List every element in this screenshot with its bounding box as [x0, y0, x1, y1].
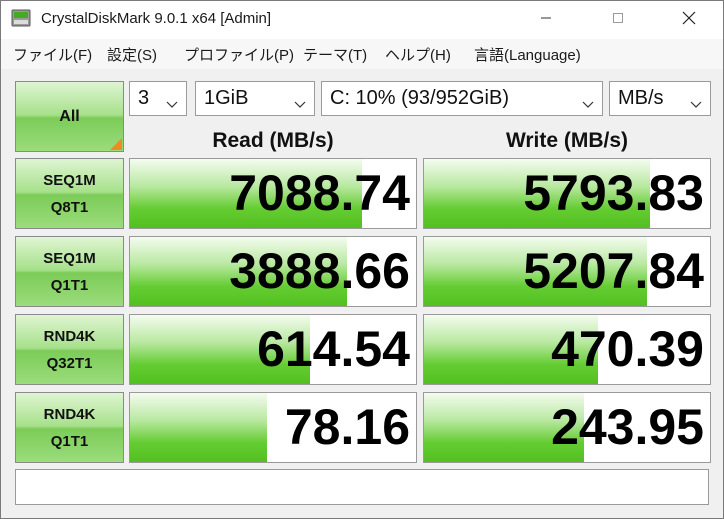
test-button-seq1m-q8t1[interactable]: SEQ1M Q8T1	[15, 158, 124, 229]
minimize-icon	[540, 11, 552, 29]
drive-value: C: 10% (93/952GiB)	[330, 87, 509, 109]
write-value: 243.95	[551, 399, 704, 455]
test-label-line2: Q32T1	[46, 354, 93, 372]
app-window: CrystalDiskMark 9.0.1 x64 [Admin] ファイル(F…	[0, 0, 724, 519]
unit-select[interactable]: MB/s	[609, 81, 711, 116]
size-select[interactable]: 1GiB	[195, 81, 315, 116]
write-result-seq1m-q1t1: 5207.84	[423, 236, 711, 307]
write-result-rnd4k-q1t1: 243.95	[423, 392, 711, 463]
test-label-line2: Q1T1	[50, 276, 89, 294]
maximize-icon	[612, 11, 624, 29]
count-value: 3	[138, 87, 150, 109]
test-label-line2: Q1T1	[50, 432, 89, 450]
read-value: 7088.74	[229, 165, 410, 221]
write-header: Write (MB/s)	[505, 129, 629, 152]
menu-help[interactable]: ヘルプ(H)	[385, 44, 451, 65]
window-title: CrystalDiskMark 9.0.1 x64 [Admin]	[41, 10, 272, 27]
test-label-line2: Q8T1	[50, 198, 89, 216]
chevron-down-icon	[582, 93, 594, 108]
read-result-rnd4k-q32t1: 614.54	[129, 314, 417, 385]
test-label-line1: SEQ1M	[43, 249, 96, 267]
write-value: 5793.83	[523, 165, 704, 221]
menu-file[interactable]: ファイル(F)	[13, 44, 92, 65]
write-value: 470.39	[551, 321, 704, 377]
test-label-line1: RND4K	[43, 327, 96, 345]
close-button[interactable]	[666, 1, 712, 39]
maximize-button[interactable]	[595, 1, 641, 39]
read-value: 78.16	[284, 399, 410, 455]
all-button[interactable]: All	[15, 81, 124, 152]
comment-field[interactable]	[15, 469, 709, 505]
read-result-seq1m-q8t1: 7088.74	[129, 158, 417, 229]
all-button-label: All	[59, 108, 80, 125]
minimize-button[interactable]	[523, 1, 569, 39]
read-result-seq1m-q1t1: 3888.66	[129, 236, 417, 307]
test-label-line1: RND4K	[43, 405, 96, 423]
menu-theme[interactable]: テーマ(T)	[303, 44, 367, 65]
corner-marker	[110, 138, 122, 150]
drive-select[interactable]: C: 10% (93/952GiB)	[321, 81, 603, 116]
unit-value: MB/s	[618, 87, 664, 109]
test-button-seq1m-q1t1[interactable]: SEQ1M Q1T1	[15, 236, 124, 307]
read-value: 614.54	[257, 321, 410, 377]
read-value: 3888.66	[229, 243, 410, 299]
write-result-seq1m-q8t1: 5793.83	[423, 158, 711, 229]
count-select[interactable]: 3	[129, 81, 187, 116]
test-button-rnd4k-q1t1[interactable]: RND4K Q1T1	[15, 392, 124, 463]
test-button-rnd4k-q32t1[interactable]: RND4K Q32T1	[15, 314, 124, 385]
read-header: Read (MB/s)	[212, 129, 334, 152]
menu-language[interactable]: 言語(Language)	[474, 44, 581, 65]
test-label-line1: SEQ1M	[43, 171, 96, 189]
title-bar[interactable]: CrystalDiskMark 9.0.1 x64 [Admin]	[1, 1, 723, 39]
write-result-rnd4k-q32t1: 470.39	[423, 314, 711, 385]
menu-bar: ファイル(F) 設定(S) プロファイル(P) テーマ(T) ヘルプ(H) 言語…	[1, 39, 723, 69]
menu-settings[interactable]: 設定(S)	[107, 44, 157, 65]
size-value: 1GiB	[204, 87, 249, 109]
progress-bar	[130, 393, 268, 462]
read-result-rnd4k-q1t1: 78.16	[129, 392, 417, 463]
chevron-down-icon	[166, 93, 178, 108]
disk-icon	[11, 9, 31, 27]
chevron-down-icon	[690, 93, 702, 108]
chevron-down-icon	[294, 93, 306, 108]
menu-profile[interactable]: プロファイル(P)	[184, 44, 294, 65]
main-panel: All 3 1GiB C: 10% (93/952GiB) MB/s Read …	[1, 69, 723, 518]
close-icon	[682, 11, 696, 30]
write-value: 5207.84	[523, 243, 704, 299]
